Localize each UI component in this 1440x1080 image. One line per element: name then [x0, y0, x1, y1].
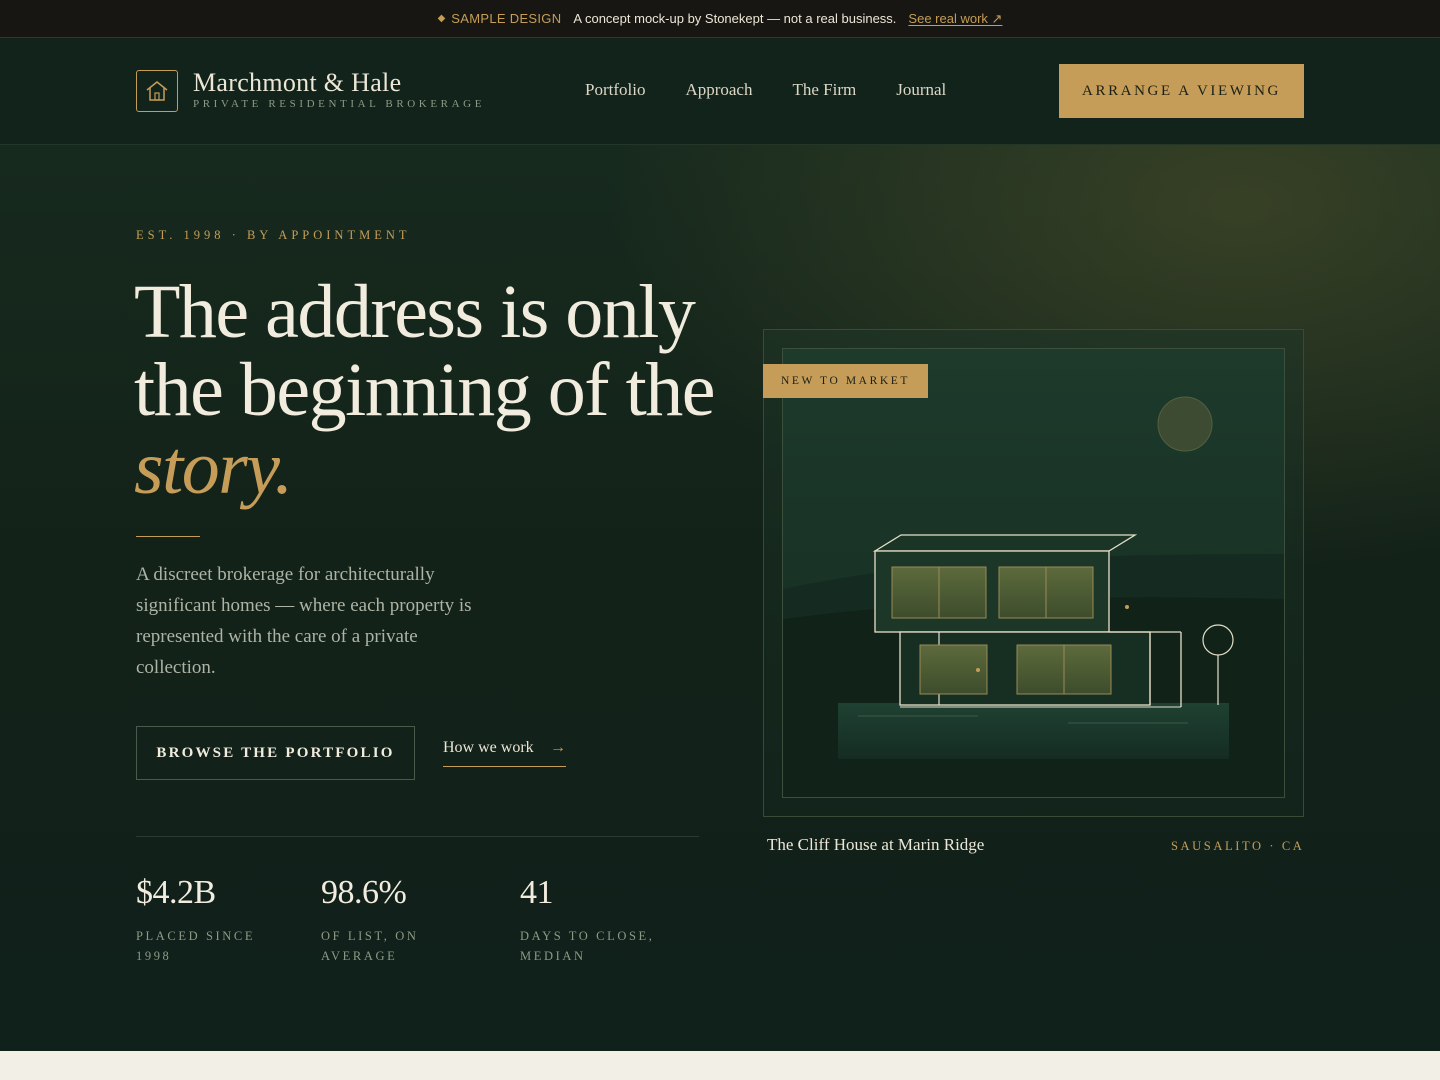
logo[interactable]	[136, 70, 178, 112]
arrow-right-icon: →	[550, 739, 566, 756]
stat-label: PLACED SINCE 1998	[136, 929, 256, 963]
featured-listing-card[interactable]	[763, 329, 1304, 817]
site-header: Marchmont & Hale PRIVATE RESIDENTIAL BRO…	[0, 38, 1440, 145]
browse-portfolio-button[interactable]: BROWSE THE PORTFOLIO	[136, 726, 415, 780]
hero-eyebrow: EST. 1998 · BY APPOINTMENT	[136, 228, 411, 242]
stat-value: $4.2B	[136, 874, 216, 911]
stat-value: 98.6%	[321, 874, 407, 911]
listing-location: SAUSALITO · CA	[1171, 839, 1305, 853]
hero-section: EST. 1998 · BY APPOINTMENT The address i…	[0, 145, 1440, 1051]
hero-lede: A discreet brokerage for architecturally…	[136, 564, 472, 678]
headline-accent: story.	[134, 426, 293, 510]
stat-label: OF LIST, ON AVERAGE	[321, 929, 419, 963]
diamond-icon: ◆	[437, 13, 446, 24]
sample-banner: ◆ SAMPLE DESIGN A concept mock-up by Sto…	[0, 0, 1440, 38]
next-section-edge	[0, 1051, 1440, 1080]
stat-label: DAYS TO CLOSE, MEDIAN	[520, 929, 655, 963]
banner-message: A concept mock-up by Stonekept — not a r…	[573, 11, 897, 26]
hero-headline: The address is only the beginning of the…	[134, 273, 734, 507]
how-we-work-label: How we work	[443, 739, 534, 756]
brand-tagline: PRIVATE RESIDENTIAL BROKERAGE	[193, 98, 486, 110]
new-to-market-badge: NEW TO MARKET	[763, 364, 928, 398]
headline-main: The address is only the beginning of the	[134, 270, 715, 432]
moon-icon	[1157, 396, 1213, 452]
see-real-work-link[interactable]: See real work ↗	[908, 11, 1002, 27]
main-nav: Portfolio Approach The Firm Journal	[585, 80, 986, 100]
listing-illustration	[782, 348, 1285, 798]
stat-value: 41	[520, 874, 554, 911]
house-icon	[146, 81, 168, 101]
modern-house-illustration	[783, 396, 1284, 797]
arrange-viewing-button[interactable]: ARRANGE A VIEWING	[1059, 64, 1304, 118]
nav-the-firm[interactable]: The Firm	[792, 80, 856, 100]
stat-of-list: 98.6% OF LIST, ON AVERAGE	[321, 874, 451, 966]
banner-tag: SAMPLE DESIGN	[451, 11, 562, 26]
stats-divider	[136, 836, 699, 837]
gold-rule	[136, 536, 200, 537]
nav-approach[interactable]: Approach	[685, 80, 752, 100]
listing-title[interactable]: The Cliff House at Marin Ridge	[767, 835, 984, 855]
brand-name[interactable]: Marchmont & Hale	[193, 68, 401, 98]
nav-journal[interactable]: Journal	[896, 80, 946, 100]
how-we-work-link[interactable]: How we work →	[443, 739, 566, 767]
stat-days-to-close: 41 DAYS TO CLOSE, MEDIAN	[520, 874, 670, 966]
stat-placed: $4.2B PLACED SINCE 1998	[136, 874, 286, 966]
nav-portfolio[interactable]: Portfolio	[585, 80, 645, 100]
